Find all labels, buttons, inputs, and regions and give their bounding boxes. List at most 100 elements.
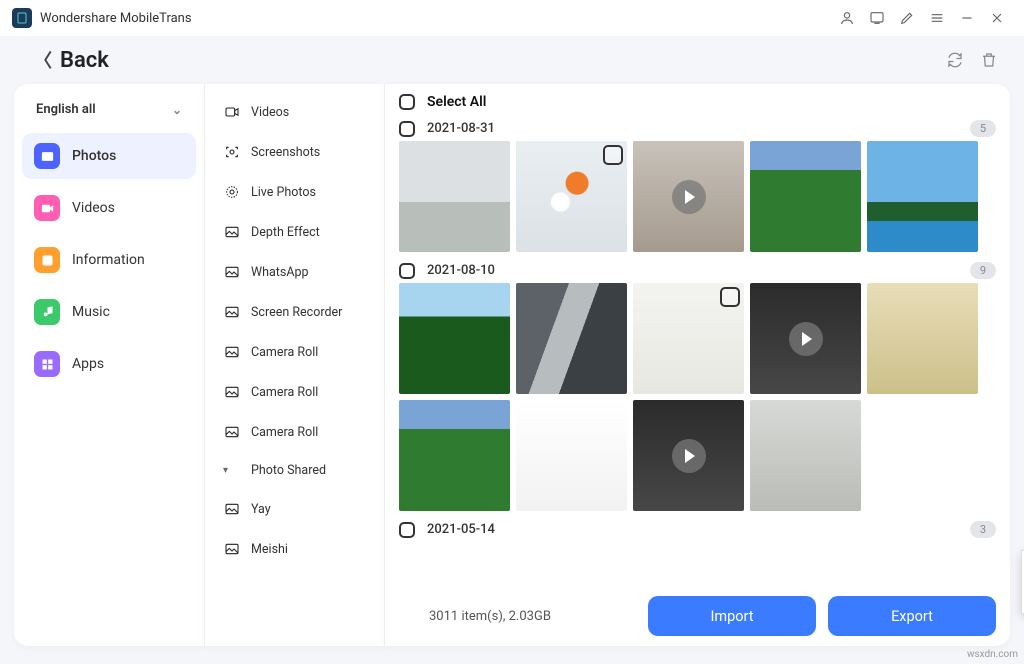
photo-thumbnail[interactable] — [399, 141, 510, 252]
photo-thumbnail[interactable] — [750, 400, 861, 511]
image-icon — [223, 263, 241, 281]
category-label: Apps — [72, 356, 104, 372]
item-count-label: 3011 item(s), 2.03GB — [429, 609, 551, 624]
information-icon — [34, 247, 60, 273]
chevron-left-icon: 〈 — [34, 47, 52, 73]
category-photos[interactable]: Photos — [22, 133, 196, 179]
apps-icon — [34, 351, 60, 377]
titlebar: Wondershare MobileTrans — [0, 0, 1024, 36]
group-date: 2021-08-31 — [427, 121, 495, 136]
album-item-cameraroll[interactable]: Camera Roll — [205, 332, 384, 372]
back-label: Back — [60, 48, 109, 73]
album-item-photoshared[interactable]: ▾Photo Shared — [205, 452, 384, 489]
app-title: Wondershare MobileTrans — [40, 11, 192, 26]
photos-icon — [34, 143, 60, 169]
menu-icon[interactable] — [922, 3, 952, 33]
photo-thumbnail[interactable] — [516, 400, 627, 511]
select-all-row: Select All — [399, 90, 996, 116]
album-item-livephotos[interactable]: Live Photos — [205, 172, 384, 212]
delete-button[interactable] — [972, 43, 1006, 77]
category-videos[interactable]: Videos — [22, 185, 196, 231]
album-item-videos[interactable]: Videos — [205, 92, 384, 132]
language-label: English all — [36, 102, 96, 117]
select-all-checkbox[interactable] — [399, 94, 415, 110]
group-count-badge: 9 — [970, 262, 996, 279]
video-thumbnail[interactable] — [750, 283, 861, 394]
date-group-header: 2021-08-10 9 — [399, 258, 996, 283]
image-icon — [223, 343, 241, 361]
minimize-button[interactable] — [952, 3, 982, 33]
photo-thumbnail[interactable] — [750, 141, 861, 252]
album-item-yay[interactable]: Yay — [205, 489, 384, 529]
play-icon — [672, 180, 706, 214]
watermark: wsxdn.com — [967, 649, 1018, 660]
play-icon — [789, 322, 823, 356]
play-icon — [672, 439, 706, 473]
video-thumbnail[interactable] — [633, 141, 744, 252]
live-icon — [223, 183, 241, 201]
photo-thumbnail[interactable] — [516, 283, 627, 394]
category-sidebar: English all ⌄ Photos Videos Information … — [14, 84, 204, 646]
date-group-header: 2021-05-14 3 — [399, 517, 996, 542]
album-item-screenrecorder[interactable]: Screen Recorder — [205, 292, 384, 332]
group-date: 2021-05-14 — [427, 522, 495, 537]
image-icon — [223, 383, 241, 401]
topbar: 〈 Back — [0, 36, 1024, 84]
account-icon[interactable] — [832, 3, 862, 33]
export-button[interactable]: Export — [828, 596, 996, 636]
album-item-cameraroll[interactable]: Camera Roll — [205, 372, 384, 412]
group-checkbox[interactable] — [399, 121, 415, 137]
group-date: 2021-08-10 — [427, 263, 495, 278]
refresh-button[interactable] — [938, 43, 972, 77]
music-icon — [34, 299, 60, 325]
photo-thumbnail[interactable] — [633, 283, 744, 394]
category-apps[interactable]: Apps — [22, 341, 196, 387]
back-button[interactable]: 〈 Back — [34, 47, 109, 73]
album-item-whatsapp[interactable]: WhatsApp — [205, 252, 384, 292]
thumbnail-row — [399, 283, 996, 511]
category-label: Photos — [72, 148, 116, 164]
app-icon — [12, 8, 32, 28]
content-panel: Select All 2021-08-31 5 2021-08-10 9 — [384, 84, 1010, 646]
photo-thumbnail[interactable] — [399, 283, 510, 394]
photo-thumbnail[interactable] — [399, 400, 510, 511]
photo-thumbnail[interactable] — [516, 141, 627, 252]
caret-down-icon: ▾ — [223, 465, 241, 476]
album-item-cameraroll[interactable]: Camera Roll — [205, 412, 384, 452]
photo-thumbnail[interactable] — [867, 141, 978, 252]
select-all-label: Select All — [427, 94, 486, 110]
group-checkbox[interactable] — [399, 263, 415, 279]
import-button[interactable]: Import — [648, 596, 816, 636]
main-layout: English all ⌄ Photos Videos Information … — [0, 84, 1024, 660]
videos-icon — [34, 195, 60, 221]
group-checkbox[interactable] — [399, 522, 415, 538]
album-item-depth[interactable]: Depth Effect — [205, 212, 384, 252]
category-information[interactable]: Information — [22, 237, 196, 283]
screenshot-icon — [223, 143, 241, 161]
image-icon — [223, 423, 241, 441]
category-label: Videos — [72, 200, 115, 216]
category-label: Music — [72, 304, 110, 320]
album-item-screenshots[interactable]: Screenshots — [205, 132, 384, 172]
thumbnail-row — [399, 141, 996, 252]
footer-row: 3011 item(s), 2.03GB Import Export — [399, 588, 996, 636]
photo-thumbnail[interactable] — [867, 283, 978, 394]
image-icon — [223, 223, 241, 241]
album-item-meishi[interactable]: Meishi — [205, 529, 384, 569]
video-thumbnail[interactable] — [633, 400, 744, 511]
date-group-header: 2021-08-31 5 — [399, 116, 996, 141]
image-icon — [223, 540, 241, 558]
video-icon — [223, 103, 241, 121]
feedback-icon[interactable] — [862, 3, 892, 33]
edit-icon[interactable] — [892, 3, 922, 33]
group-count-badge: 5 — [970, 120, 996, 137]
image-icon — [223, 303, 241, 321]
category-music[interactable]: Music — [22, 289, 196, 335]
album-list[interactable]: Videos Screenshots Live Photos Depth Eff… — [204, 84, 384, 646]
language-selector[interactable]: English all ⌄ — [22, 94, 196, 125]
close-button[interactable] — [982, 3, 1012, 33]
image-icon — [223, 500, 241, 518]
group-count-badge: 3 — [970, 521, 996, 538]
chevron-down-icon: ⌄ — [172, 103, 182, 117]
category-label: Information — [72, 252, 145, 268]
